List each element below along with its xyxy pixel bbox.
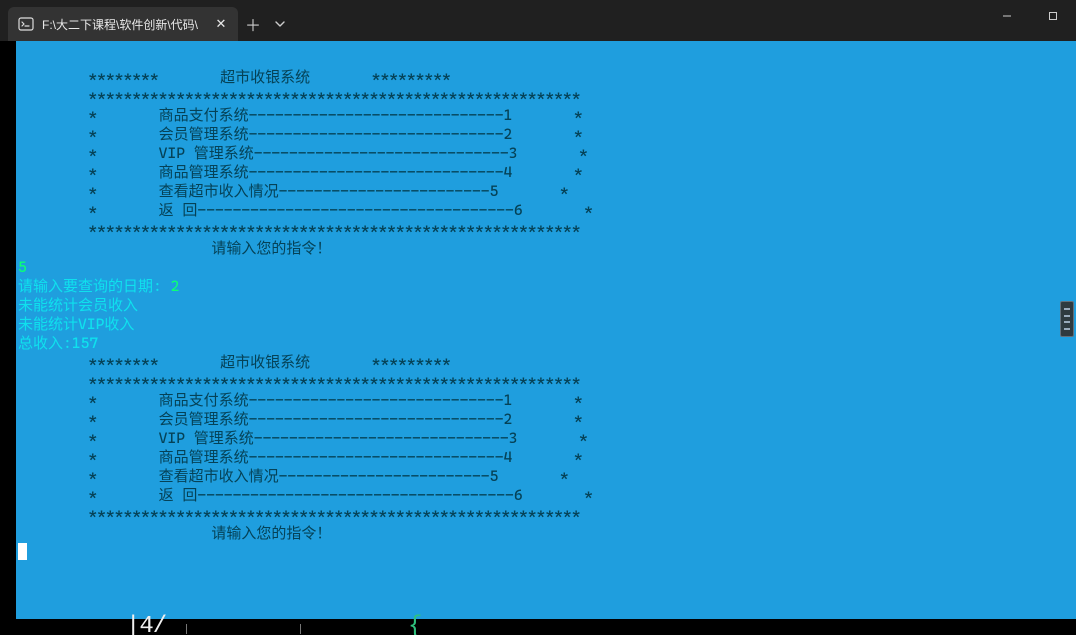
plus-icon: ＋ bbox=[245, 12, 261, 36]
total-value: 157 bbox=[72, 334, 98, 352]
menu2-item-2: * 会员管理系统-----------------------------2 * bbox=[18, 410, 583, 428]
window-controls bbox=[984, 0, 1076, 41]
menu1-item-5: * 查看超市收入情况------------------------5 * bbox=[18, 182, 569, 200]
terminal-area[interactable]: ******** 超市收银系统 ********* **************… bbox=[0, 41, 1076, 635]
menu2-divider-top: ****************************************… bbox=[18, 372, 581, 390]
background-fragment-2 bbox=[186, 620, 187, 635]
minimize-button[interactable] bbox=[984, 0, 1030, 32]
menu2-prompt: 请输入您的指令！ bbox=[18, 524, 331, 542]
result-total-line: 总收入:157 bbox=[18, 334, 98, 352]
total-label: 总收入: bbox=[18, 334, 72, 352]
menu2-item-1: * 商品支付系统-----------------------------1 * bbox=[18, 391, 583, 409]
menu1-prompt: 请输入您的指令！ bbox=[18, 239, 331, 257]
menu1-item-4: * 商品管理系统-----------------------------4 * bbox=[18, 163, 583, 181]
tab-close-button[interactable]: ✕ bbox=[212, 15, 230, 33]
menu2-item-5: * 查看超市收入情况------------------------5 * bbox=[18, 467, 569, 485]
app-window: F:\大二下课程\软件创新\代码\ ✕ ＋ ******** bbox=[0, 0, 1076, 635]
tab-menu-button[interactable] bbox=[268, 7, 292, 41]
maximize-icon bbox=[1048, 11, 1058, 21]
query-date-value: 2 bbox=[171, 277, 180, 295]
menu1-item-1: * 商品支付系统-----------------------------1 * bbox=[18, 106, 583, 124]
chevron-down-icon bbox=[275, 19, 285, 29]
menu2-item-6: * 返 回-----------------------------------… bbox=[18, 486, 593, 504]
result-vip-line: 未能统计VIP收入 bbox=[18, 315, 134, 333]
menu2-item-4: * 商品管理系统-----------------------------4 * bbox=[18, 448, 583, 466]
query-date-line: 请输入要查询的日期: 2 bbox=[18, 277, 179, 295]
terminal-cursor bbox=[18, 543, 27, 560]
query-date-label: 请输入要查询的日期: bbox=[18, 277, 171, 295]
menu2-divider-bottom: ****************************************… bbox=[18, 505, 581, 523]
terminal-content: ******** 超市收银系统 ********* **************… bbox=[16, 49, 1076, 581]
menu1-banner: ******** 超市收银系统 ********* bbox=[18, 68, 451, 86]
menu1-item-3: * VIP 管理系统-----------------------------3… bbox=[18, 144, 588, 162]
minimize-icon bbox=[1002, 11, 1012, 21]
menu1-item-6: * 返 回-----------------------------------… bbox=[18, 201, 593, 219]
background-fragment-3 bbox=[300, 620, 301, 635]
background-fragment-4: { bbox=[408, 620, 421, 635]
close-icon: ✕ bbox=[216, 16, 227, 32]
menu1-divider-bottom: ****************************************… bbox=[18, 220, 581, 238]
tab-strip: F:\大二下课程\软件创新\代码\ ✕ ＋ bbox=[8, 7, 292, 41]
tab-active[interactable]: F:\大二下课程\软件创新\代码\ ✕ bbox=[8, 7, 238, 41]
tab-title: F:\大二下课程\软件创新\代码\ bbox=[42, 16, 204, 33]
background-fragment-1: |4/ bbox=[126, 620, 166, 635]
result-member-line: 未能统计会员收入 bbox=[18, 296, 138, 314]
menu1-divider-top: ****************************************… bbox=[18, 87, 581, 105]
menu1-item-2: * 会员管理系统-----------------------------2 * bbox=[18, 125, 583, 143]
user-command-value: 5 bbox=[18, 258, 27, 276]
menu2-banner: ******** 超市收银系统 ********* bbox=[18, 353, 451, 371]
maximize-button[interactable] bbox=[1030, 0, 1076, 32]
new-tab-button[interactable]: ＋ bbox=[238, 7, 268, 41]
scrollbar-thumb[interactable] bbox=[1060, 301, 1074, 337]
terminal-icon bbox=[18, 16, 34, 32]
menu2-item-3: * VIP 管理系统-----------------------------3… bbox=[18, 429, 588, 447]
titlebar: F:\大二下课程\软件创新\代码\ ✕ ＋ bbox=[0, 0, 1076, 41]
